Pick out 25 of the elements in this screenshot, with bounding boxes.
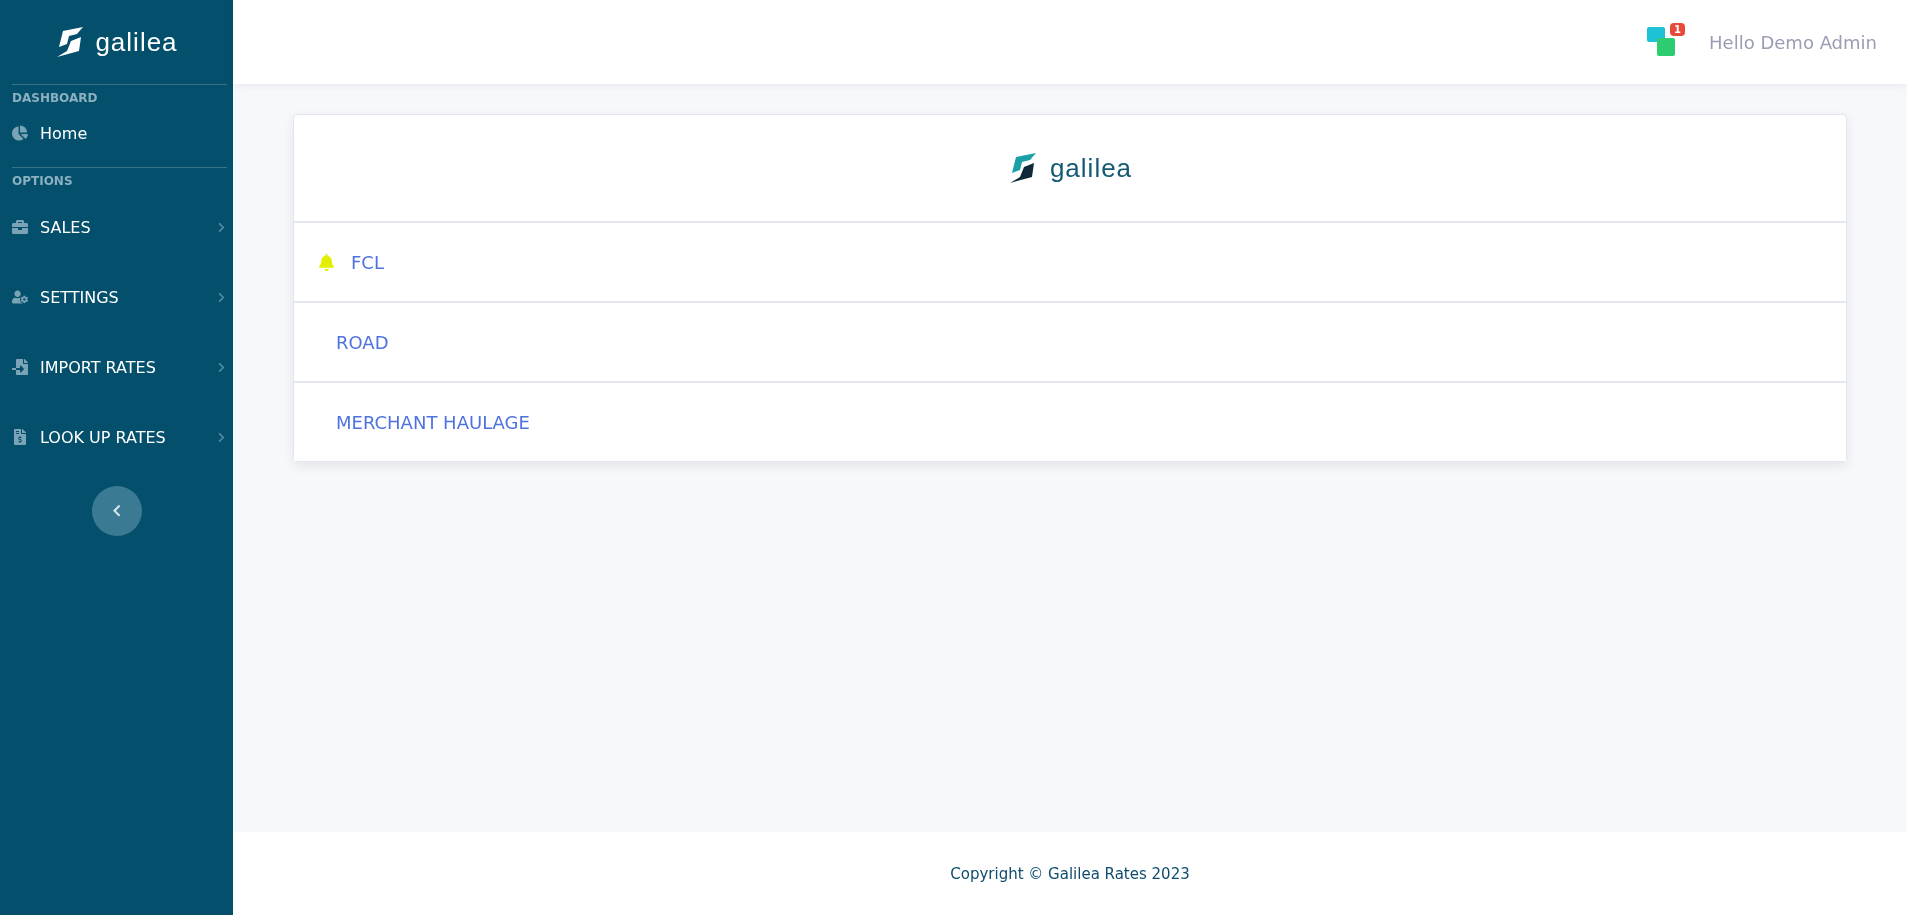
notification-badge: 1	[1670, 23, 1686, 36]
pie-chart-icon	[12, 125, 28, 141]
user-gear-icon	[12, 289, 28, 305]
section-heading: DASHBOARD	[12, 90, 99, 107]
bell-icon	[318, 253, 335, 271]
sidebar-item[interactable]: Home	[12, 109, 227, 157]
copyright-text: Copyright © Galilea Rates 2023	[950, 864, 1190, 883]
chevron-icon	[216, 221, 227, 233]
sidebar-item[interactable]: LOOK UP RATES	[12, 402, 227, 472]
briefcase-icon	[12, 219, 28, 235]
logo-text: galilea	[1049, 152, 1133, 184]
chevron-icon	[216, 431, 227, 443]
logo-icon	[55, 27, 86, 57]
sidebar-item[interactable]: SALES	[12, 192, 227, 262]
chevron-icon	[216, 291, 227, 303]
logo-text: galilea	[95, 26, 178, 58]
file-import-icon	[12, 359, 28, 375]
list-item[interactable]: ROAD	[294, 301, 1846, 381]
sidebar-item[interactable]: IMPORT RATES	[12, 332, 227, 402]
chevron-icon	[216, 361, 227, 373]
sidebar-item[interactable]: SETTINGS	[12, 262, 227, 332]
dollar-document-icon	[12, 429, 28, 445]
list-item[interactable]: FCL	[294, 221, 1846, 301]
section-heading: OPTIONS	[12, 173, 74, 190]
list-item[interactable]: MERCHANT HAULAGE	[294, 381, 1846, 461]
